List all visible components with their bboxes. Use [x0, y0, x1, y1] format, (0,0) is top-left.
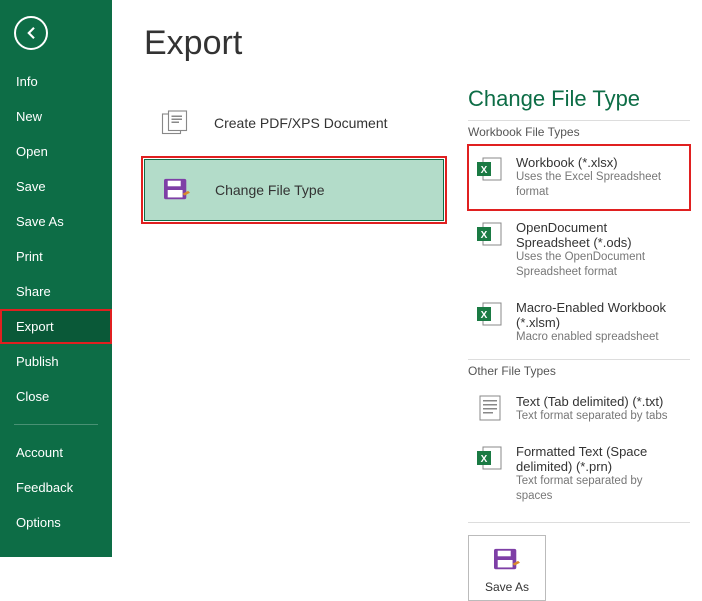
file-type-txt[interactable]: Text (Tab delimited) (*.txt) Text format… — [468, 384, 690, 434]
file-type-ods[interactable]: X OpenDocument Spreadsheet (*.ods) Uses … — [468, 210, 690, 290]
file-type-title: Workbook (*.xlsx) — [516, 155, 682, 170]
text-file-icon — [476, 394, 504, 422]
sidebar-item-options[interactable]: Options — [0, 505, 112, 540]
page-title: Export — [144, 24, 444, 63]
back-button[interactable] — [14, 16, 48, 50]
pdf-document-icon — [156, 107, 196, 139]
export-option-label: Change File Type — [215, 182, 324, 198]
sidebar-divider — [14, 424, 98, 425]
save-as-label: Save As — [485, 580, 529, 594]
sidebar-item-print[interactable]: Print — [0, 239, 112, 274]
sidebar-item-close[interactable]: Close — [0, 379, 112, 414]
file-type-title: OpenDocument Spreadsheet (*.ods) — [516, 220, 682, 250]
arrow-left-icon — [22, 24, 40, 42]
file-type-desc: Text format separated by tabs — [516, 409, 668, 424]
change-file-type-panel: Change File Type Workbook File Types X W… — [468, 24, 690, 545]
file-type-desc: Uses the Excel Spreadsheet format — [516, 170, 682, 200]
sidebar-item-share[interactable]: Share — [0, 274, 112, 309]
file-type-xlsx[interactable]: X Workbook (*.xlsx) Uses the Excel Sprea… — [468, 145, 690, 210]
sidebar-item-open[interactable]: Open — [0, 134, 112, 169]
sidebar-item-account[interactable]: Account — [0, 435, 112, 470]
svg-text:X: X — [481, 454, 488, 465]
svg-text:X: X — [481, 310, 488, 321]
save-as-button[interactable]: Save As — [468, 535, 546, 601]
export-option-change-file-type[interactable]: Change File Type — [144, 159, 444, 221]
sidebar-item-publish[interactable]: Publish — [0, 344, 112, 379]
sidebar-item-info[interactable]: Info — [0, 64, 112, 99]
svg-text:X: X — [481, 230, 488, 241]
group-other-file-types: Other File Types — [468, 359, 690, 384]
file-type-title: Macro-Enabled Workbook (*.xlsm) — [516, 300, 682, 330]
file-type-title: Text (Tab delimited) (*.txt) — [516, 394, 668, 409]
excel-file-icon: X — [476, 444, 504, 472]
sidebar-item-feedback[interactable]: Feedback — [0, 470, 112, 505]
file-type-title: Formatted Text (Space delimited) (*.prn) — [516, 444, 682, 474]
file-type-desc: Macro enabled spreadsheet — [516, 330, 682, 345]
group-workbook-file-types: Workbook File Types — [468, 120, 690, 145]
backstage-sidebar: Info New Open Save Save As Print Share E… — [0, 0, 112, 557]
file-type-prn[interactable]: X Formatted Text (Space delimited) (*.pr… — [468, 434, 690, 514]
sidebar-item-export[interactable]: Export — [0, 309, 112, 344]
export-option-create-pdf[interactable]: Create PDF/XPS Document — [144, 93, 444, 153]
excel-file-icon: X — [476, 155, 504, 183]
save-as-icon — [491, 546, 523, 574]
file-type-xlsm[interactable]: X Macro-Enabled Workbook (*.xlsm) Macro … — [468, 290, 690, 355]
file-type-desc: Uses the OpenDocument Spreadsheet format — [516, 250, 682, 280]
export-option-label: Create PDF/XPS Document — [214, 115, 388, 131]
panel-title: Change File Type — [468, 86, 690, 112]
save-as-icon — [157, 174, 197, 206]
file-type-desc: Text format separated by spaces — [516, 474, 682, 504]
excel-file-icon: X — [476, 220, 504, 248]
main-content: Export Create PDF/XPS Document Change Fi… — [112, 0, 702, 557]
svg-text:X: X — [481, 165, 488, 176]
sidebar-item-save[interactable]: Save — [0, 169, 112, 204]
sidebar-item-saveas[interactable]: Save As — [0, 204, 112, 239]
sidebar-item-new[interactable]: New — [0, 99, 112, 134]
excel-file-icon: X — [476, 300, 504, 328]
